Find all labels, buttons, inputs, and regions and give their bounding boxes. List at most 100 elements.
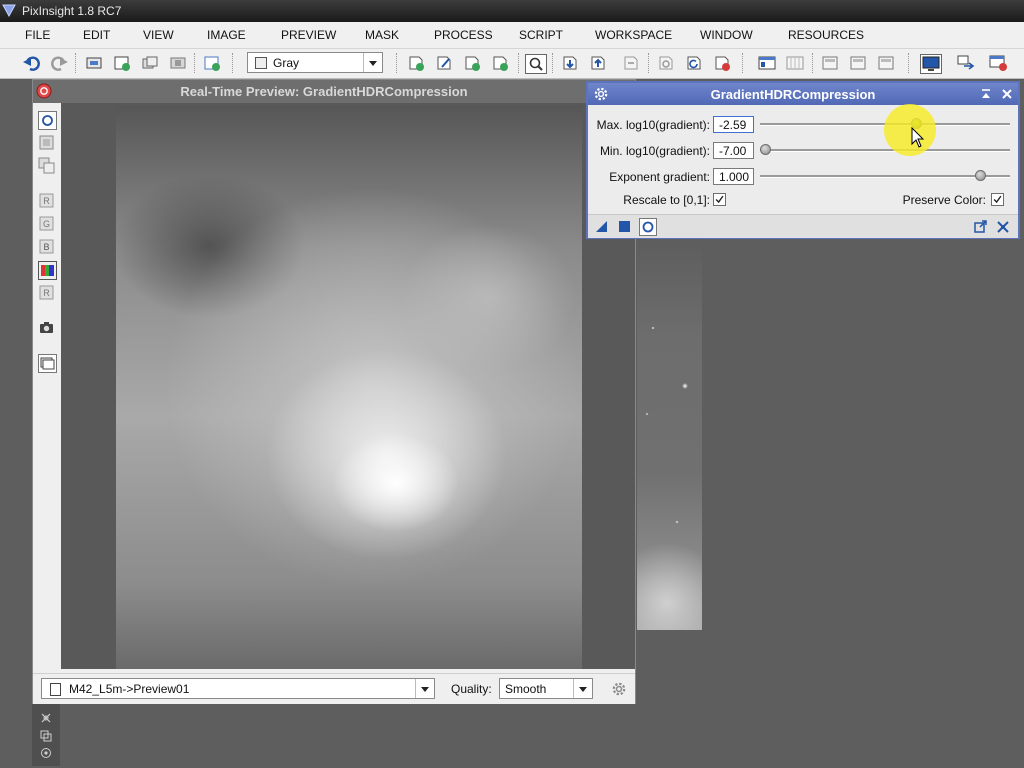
max-log-gradient-label: Max. log10(gradient): — [596, 118, 710, 132]
menu-image[interactable]: IMAGE — [207, 28, 246, 42]
app-title: PixInsight 1.8 RC7 — [22, 4, 122, 18]
window-stack-icon[interactable] — [38, 354, 57, 373]
menu-process[interactable]: PROCESS — [434, 28, 493, 42]
process-grid-icon[interactable] — [785, 54, 805, 72]
apply-square-icon[interactable] — [618, 220, 631, 233]
expand-icon[interactable] — [40, 712, 52, 724]
menu-window[interactable]: WINDOW — [700, 28, 753, 42]
edit-preview-icon[interactable] — [434, 54, 454, 72]
channel-r-icon[interactable]: R — [38, 192, 55, 209]
preview-pencil-icon[interactable] — [462, 54, 482, 72]
toolbar-separator — [812, 53, 814, 73]
quality-select[interactable]: Smooth — [499, 678, 593, 699]
preview-bottom-bar: M42_L5m->Preview01 Quality: Smooth — [33, 673, 635, 704]
realtime-preview-window: Real-Time Preview: GradientHDRCompressio… — [32, 79, 636, 704]
preserve-color-checkbox[interactable] — [991, 193, 1004, 206]
svg-text:B: B — [43, 242, 49, 252]
toolbar-separator — [396, 53, 398, 73]
documentation-icon[interactable] — [974, 220, 987, 233]
menu-preview[interactable]: PREVIEW — [281, 28, 336, 42]
refresh-preview-icon[interactable] — [684, 54, 704, 72]
min-log-gradient-slider[interactable] — [760, 149, 1010, 152]
store-preview-icon[interactable] — [560, 54, 580, 72]
preview-mode-icon[interactable] — [525, 54, 547, 74]
exponent-gradient-slider-handle[interactable] — [975, 170, 987, 181]
close-icon[interactable] — [1001, 88, 1013, 100]
rescale-label: Rescale to [0,1]: — [623, 193, 710, 207]
dialog-bottom-bar — [588, 214, 1018, 238]
main-toolbar: Gray — [0, 49, 1024, 79]
shade-icon[interactable] — [980, 88, 992, 100]
color-mode-select[interactable]: Gray — [247, 52, 383, 73]
preview-gear-icon[interactable] — [656, 54, 676, 72]
max-log-gradient-value: -2.59 — [719, 118, 747, 132]
new-instance-icon[interactable] — [595, 220, 608, 233]
toolbar-separator — [742, 53, 744, 73]
duplicate-icon[interactable] — [140, 54, 160, 72]
view-selector[interactable]: M42_L5m->Preview01 — [41, 678, 435, 699]
add-preview-icon[interactable] — [406, 54, 426, 72]
image-window-icon[interactable] — [84, 54, 104, 72]
show-image-icon[interactable] — [38, 134, 55, 151]
channel-lum-icon[interactable]: R — [38, 284, 55, 301]
background-image-window[interactable] — [637, 238, 702, 630]
redo-icon[interactable] — [49, 54, 69, 72]
min-log-gradient-slider-handle[interactable] — [760, 144, 771, 155]
menu-view[interactable]: VIEW — [143, 28, 174, 42]
exponent-gradient-input[interactable]: 1.000 — [713, 168, 754, 185]
channel-g-icon[interactable]: G — [38, 215, 55, 232]
svg-text:R: R — [43, 288, 50, 298]
new-image-icon[interactable] — [112, 54, 132, 72]
exponent-gradient-label: Exponent gradient: — [609, 170, 710, 184]
close-all-icon[interactable] — [988, 54, 1008, 72]
process-icon-1[interactable] — [820, 54, 840, 72]
menu-edit[interactable]: EDIT — [83, 28, 110, 42]
mouse-cursor-icon — [911, 127, 925, 148]
menu-workspace[interactable]: WORKSPACE — [595, 28, 672, 42]
process-icon-3[interactable] — [876, 54, 896, 72]
undo-preview-icon[interactable] — [621, 54, 641, 72]
menu-resources[interactable]: RESOURCES — [788, 28, 864, 42]
exponent-gradient-slider[interactable] — [760, 175, 1010, 178]
menu-mask[interactable]: MASK — [365, 28, 399, 42]
min-log-gradient-input[interactable]: -7.00 — [713, 142, 754, 159]
preview-title-bar[interactable]: Real-Time Preview: GradientHDRCompressio… — [33, 80, 635, 103]
process-icon-2[interactable] — [848, 54, 868, 72]
nebula-preview-image[interactable] — [116, 105, 582, 669]
toolbar-separator — [908, 53, 910, 73]
view-icon — [50, 683, 61, 696]
min-log-gradient-label: Min. log10(gradient): — [599, 144, 710, 158]
realtime-preview-icon[interactable] — [639, 218, 657, 236]
swap-windows-icon[interactable] — [956, 54, 976, 72]
undo-icon[interactable] — [22, 54, 42, 72]
quality-label: Quality: — [451, 682, 492, 696]
screen-monitor-icon[interactable] — [920, 54, 942, 74]
reset-icon[interactable] — [996, 220, 1010, 234]
preview-add-icon[interactable] — [490, 54, 510, 72]
chevron-down-icon — [363, 53, 377, 72]
rescale-checkbox[interactable] — [713, 193, 726, 206]
target-icon[interactable] — [40, 747, 52, 759]
toolbar-separator — [552, 53, 554, 73]
max-log-gradient-input[interactable]: -2.59 — [713, 116, 754, 133]
menu-script[interactable]: SCRIPT — [519, 28, 563, 42]
channel-b-icon[interactable]: B — [38, 238, 55, 255]
pixinsight-logo-icon — [2, 4, 16, 17]
delete-preview-icon[interactable] — [712, 54, 732, 72]
app-title-bar: PixInsight 1.8 RC7 — [0, 0, 1024, 22]
menu-file[interactable]: FILE — [25, 28, 50, 42]
track-view-icon[interactable] — [38, 111, 57, 130]
camera-icon[interactable] — [38, 319, 55, 336]
gear-icon[interactable] — [611, 681, 627, 697]
channel-rgb-icon[interactable] — [38, 261, 57, 280]
close-image-icon[interactable] — [168, 54, 188, 72]
view-selector-value: M42_L5m->Preview01 — [69, 682, 190, 696]
restore-preview-icon[interactable] — [588, 54, 608, 72]
svg-text:G: G — [43, 219, 50, 229]
compare-icon[interactable] — [38, 157, 55, 174]
quality-value: Smooth — [505, 682, 547, 696]
new-preview-icon[interactable] — [202, 54, 222, 72]
dialog-title-bar[interactable]: GradientHDRCompression — [588, 83, 1018, 105]
process-window-icon[interactable] — [757, 54, 777, 72]
cascade-icon[interactable] — [40, 730, 52, 742]
